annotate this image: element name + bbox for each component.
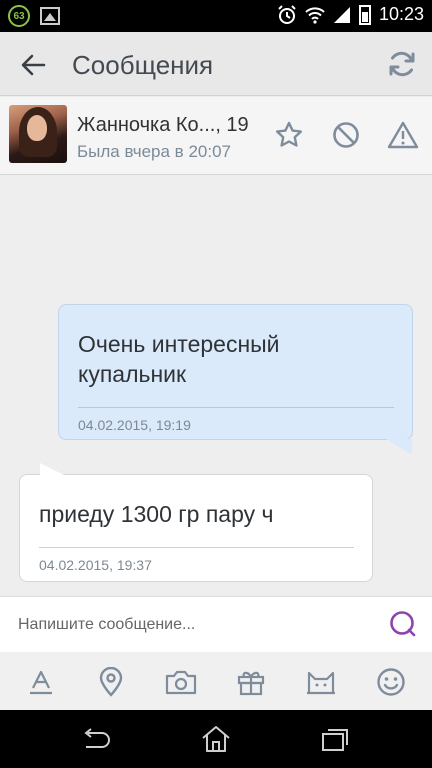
page-title: Сообщения [72, 50, 214, 80]
outgoing-message[interactable]: Очень интересный купальник 04.02.2015, 1… [58, 304, 413, 455]
message-text: приеду 1300 гр пару ч [39, 501, 274, 527]
avatar[interactable] [9, 105, 67, 163]
message-input[interactable] [18, 611, 368, 639]
image-notification-icon [40, 7, 60, 25]
star-icon[interactable] [274, 120, 304, 150]
attachment-toolbar [0, 653, 432, 710]
wifi-icon [305, 6, 325, 24]
app-bar: Сообщения [0, 32, 432, 96]
message-list[interactable]: Очень интересный купальник 04.02.2015, 1… [0, 176, 432, 594]
message-divider [78, 407, 394, 408]
system-nav-bar [0, 710, 432, 768]
notification-count-badge: 63 [8, 5, 30, 27]
location-icon[interactable] [94, 665, 128, 699]
back-arrow-icon[interactable] [18, 50, 48, 80]
status-bar: 63 10:23 [0, 0, 432, 32]
nav-home-icon[interactable] [200, 724, 232, 754]
nav-back-icon[interactable] [80, 728, 112, 752]
message-timestamp: 04.02.2015, 19:19 [78, 417, 191, 433]
refresh-icon[interactable] [386, 48, 418, 80]
warning-icon[interactable] [387, 120, 419, 150]
alarm-icon [278, 4, 296, 24]
clock: 10:23 [378, 4, 424, 24]
contact-last-seen: Была вчера в 20:07 [77, 142, 231, 161]
message-timestamp: 04.02.2015, 19:37 [39, 557, 152, 573]
composer [0, 596, 432, 652]
signal-icon [333, 6, 350, 23]
battery-icon [358, 4, 371, 25]
nav-recent-apps-icon[interactable] [321, 728, 349, 752]
message-divider [39, 547, 354, 548]
text-format-icon[interactable] [24, 665, 58, 699]
sticker-cat-icon[interactable] [304, 665, 338, 699]
contact-name[interactable]: Жанночка Ко..., 19 [77, 114, 249, 137]
gift-icon[interactable] [234, 665, 268, 699]
send-chat-icon[interactable] [389, 610, 417, 638]
contact-header: Жанночка Ко..., 19 Была вчера в 20:07 [0, 97, 432, 175]
smiley-icon[interactable] [374, 665, 408, 699]
block-icon[interactable] [331, 120, 361, 150]
message-text: Очень интересный купальник [78, 331, 280, 387]
camera-icon[interactable] [164, 665, 198, 699]
incoming-message[interactable]: приеду 1300 гр пару ч 04.02.2015, 19:37 [19, 463, 373, 582]
